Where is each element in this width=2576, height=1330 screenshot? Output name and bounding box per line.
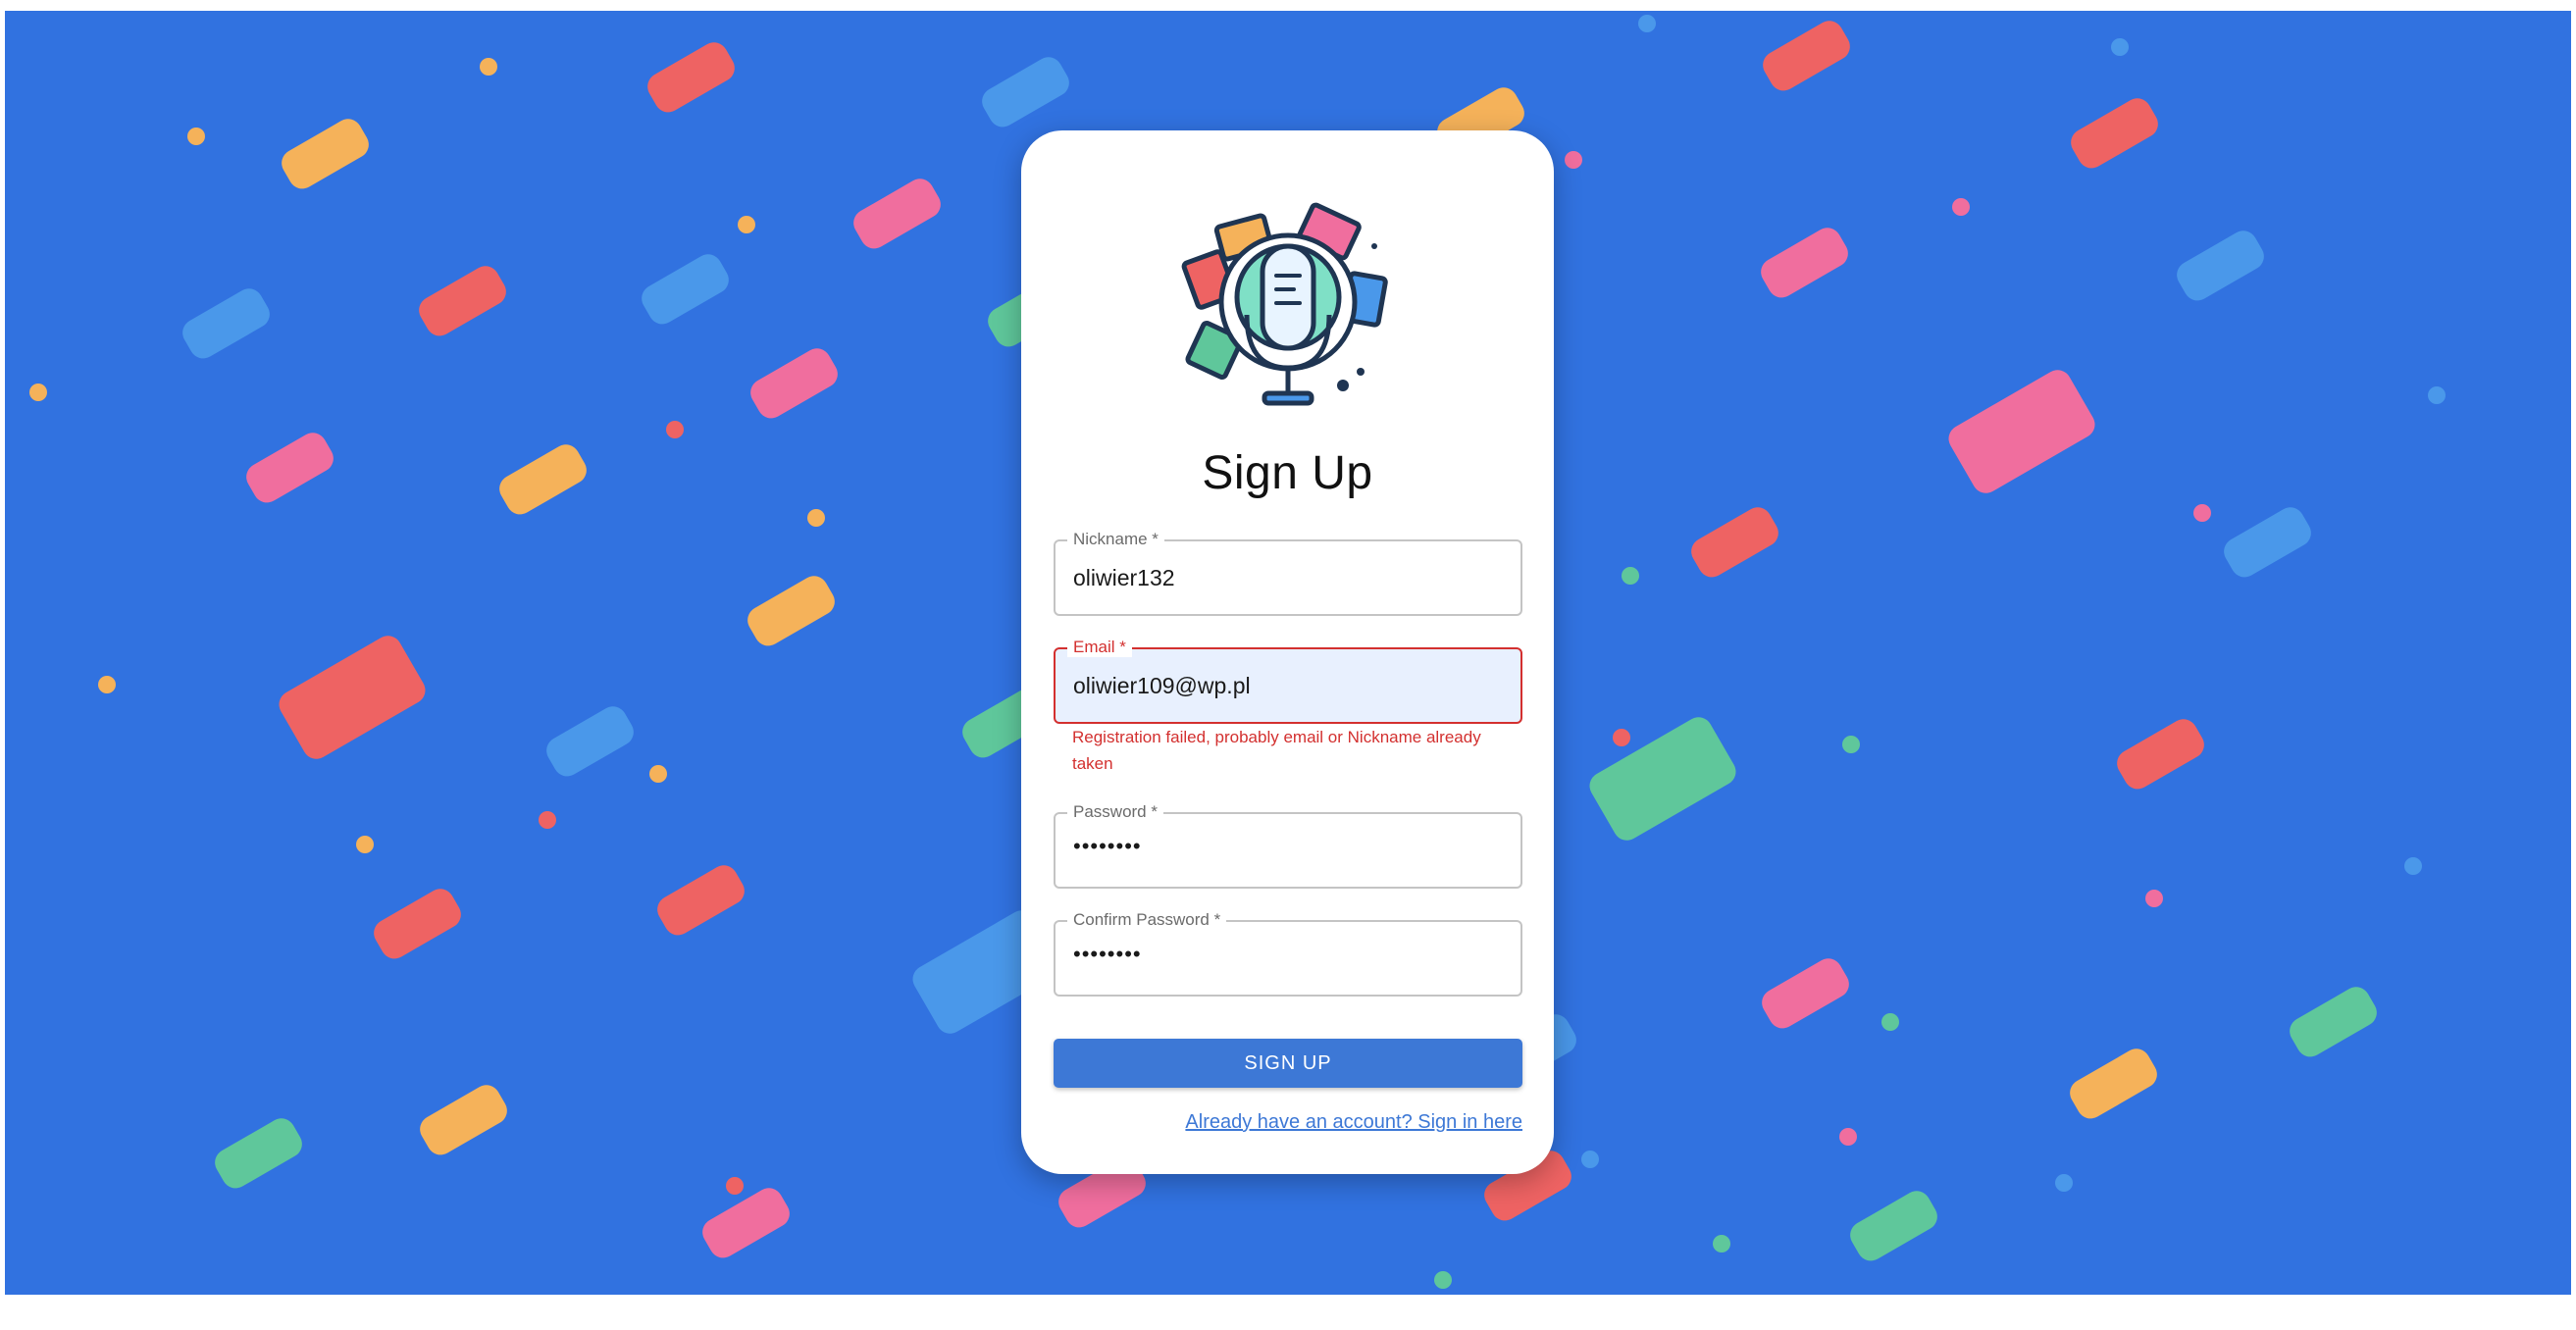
confirm-password-label: Confirm Password * [1067, 910, 1227, 930]
confirm-password-value[interactable]: •••••••• [1073, 942, 1142, 967]
microphone-logo-icon [1178, 199, 1399, 420]
confirm-password-field[interactable]: Confirm Password * •••••••• [1054, 910, 1522, 997]
page-title: Sign Up [1202, 447, 1373, 499]
email-error-text: Registration failed, probably email or N… [1072, 728, 1481, 773]
password-value[interactable]: •••••••• [1073, 834, 1142, 859]
nickname-label: Nickname * [1067, 530, 1164, 549]
email-field[interactable]: Email * oliwier109@wp.pl [1054, 638, 1522, 724]
email-label: Email * [1067, 638, 1132, 657]
email-value[interactable]: oliwier109@wp.pl [1073, 673, 1251, 699]
signin-link[interactable]: Already have an account? Sign in here [1185, 1111, 1522, 1134]
password-label: Password * [1067, 802, 1163, 822]
nickname-value[interactable]: oliwier132 [1073, 565, 1175, 591]
nickname-field[interactable]: Nickname * oliwier132 [1054, 530, 1522, 616]
password-field[interactable]: Password * •••••••• [1054, 802, 1522, 889]
signup-card: Sign Up Nickname * oliwier132 Email * ol… [1021, 130, 1554, 1174]
signup-button[interactable]: SIGN UP [1054, 1039, 1522, 1088]
